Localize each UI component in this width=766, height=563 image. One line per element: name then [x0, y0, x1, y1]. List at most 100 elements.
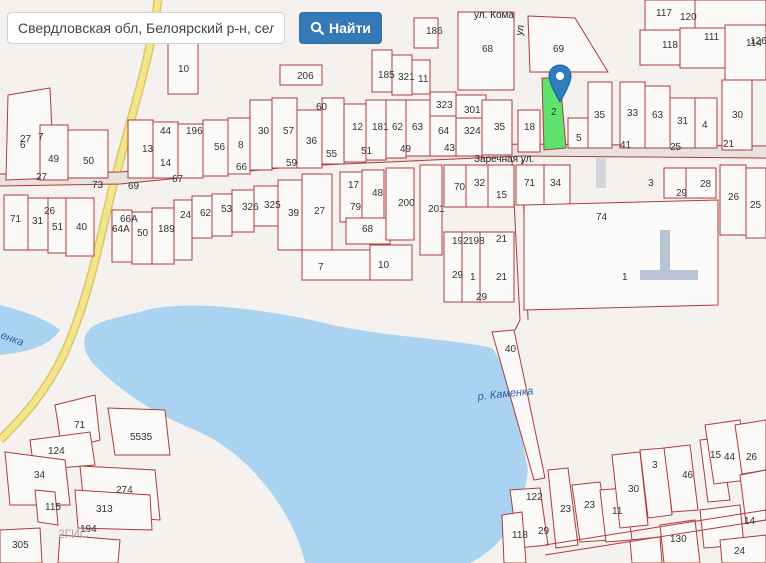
parcel-label: 126 — [750, 36, 766, 47]
parcel-label: 21 — [496, 234, 508, 245]
parcel-label: 122 — [526, 492, 543, 503]
parcel-label: 181 — [372, 122, 389, 133]
parcel-label: 34 — [550, 178, 562, 189]
parcel-label: 70 — [454, 182, 466, 193]
parcel-label: 10 — [178, 64, 190, 75]
parcel-label: 120 — [680, 12, 697, 23]
parcel-label: 1 — [470, 272, 476, 283]
parcel-label: 24 — [734, 546, 746, 557]
parcel-label: 27 — [36, 172, 48, 183]
parcel-label: 5 — [576, 133, 582, 144]
parcel-label: 115 — [45, 502, 61, 513]
parcel-label: 6 — [20, 140, 26, 151]
parcel-label: 11 — [612, 506, 623, 517]
parcel-label: 69 — [128, 181, 140, 192]
parcel-label: 192 — [452, 236, 469, 247]
parcel-label: 39 — [288, 208, 300, 219]
cadastral-map[interactable]: 117 12011412611811118668 6910206 185 321 1132… — [0, 0, 766, 563]
parcel-label: 201 — [428, 204, 445, 215]
parcel-label: 23 — [560, 504, 572, 515]
parcel-label: 31 — [677, 116, 689, 127]
parcel-label: 44 — [160, 126, 172, 137]
parcel-label: 67 — [172, 174, 184, 185]
parcel-label: 324 — [464, 126, 481, 137]
parcel-label: 326 — [242, 202, 259, 213]
parcel-label: 12 — [352, 122, 364, 133]
parcel-label: 17 — [348, 180, 360, 191]
parcel-label: 21 — [723, 139, 735, 150]
parcel-label: 64 — [438, 126, 450, 137]
parcel-label: 53 — [221, 204, 233, 215]
parcel-label: 59 — [286, 158, 298, 169]
parcel-label: 1 — [622, 272, 628, 283]
parcel-label: 7 — [38, 132, 44, 143]
parcel-label: 196 — [186, 126, 203, 137]
parcel-label: 7 — [318, 262, 324, 273]
map-marker-icon[interactable] — [548, 64, 572, 104]
parcel-label: 15 — [710, 450, 722, 461]
parcel-label: 57 — [283, 126, 295, 137]
parcel-label: 118 — [512, 530, 528, 541]
parcel-label: 274 — [116, 485, 133, 496]
parcel-label: 25 — [750, 200, 762, 211]
parcel-label: 73 — [92, 180, 104, 191]
parcel-label: 62 — [392, 122, 404, 133]
parcel-label: 63 — [412, 122, 424, 133]
parcel-label: 130 — [670, 534, 687, 545]
parcel-label: 200 — [398, 198, 415, 209]
parcel-label: 10 — [378, 260, 390, 271]
search-button[interactable]: Найти — [299, 12, 382, 44]
parcel-label: 321 — [398, 72, 415, 83]
parcel-label: 63 — [652, 110, 664, 121]
parcel-label: 36 — [306, 136, 318, 147]
search-button-label: Найти — [329, 20, 371, 36]
parcel-label: 305 — [12, 540, 29, 551]
parcel-label: 124 — [48, 446, 65, 457]
parcel-label: 26 — [728, 192, 740, 203]
parcel-label: 51 — [361, 146, 373, 157]
parcel-label: 29 — [676, 188, 688, 199]
street-label-koma: ул. Кома — [474, 10, 514, 21]
parcel-label: 71 — [74, 420, 86, 431]
parcel-label: 18 — [524, 122, 536, 133]
search-icon — [310, 21, 324, 35]
parcel-label: 40 — [505, 344, 517, 355]
parcel-label: 186 — [426, 26, 443, 37]
parcel-label: 50 — [83, 156, 95, 167]
parcel-label: 29 — [538, 526, 550, 537]
parcel-label: 64А — [112, 224, 130, 235]
parcel-label: 13 — [142, 144, 154, 155]
parcel-label: 29 — [476, 292, 488, 303]
search-input[interactable] — [7, 12, 285, 44]
parcel-label: 31 — [32, 216, 44, 227]
parcel-label: 71 — [10, 214, 22, 225]
parcel-label: 325 — [264, 200, 281, 211]
parcel-label: 44 — [724, 452, 736, 463]
parcel-label: 3 — [652, 460, 658, 471]
parcel-label: 3 — [648, 178, 654, 189]
parcel-label: 111 — [704, 32, 720, 43]
parcel-label: 79 — [350, 202, 362, 213]
parcel-label: 185 — [378, 70, 395, 81]
parcel-label: 2 — [551, 107, 557, 118]
parcel-label: 30 — [628, 484, 640, 495]
parcel-label: 323 — [436, 100, 453, 111]
parcel-label: 27 — [314, 206, 326, 217]
parcel-label: 71 — [524, 178, 536, 189]
parcel-label: 49 — [48, 154, 60, 165]
parcel-label: 14 — [744, 516, 756, 527]
parcel-label: 51 — [52, 222, 64, 233]
parcel-label: 25 — [670, 142, 682, 153]
street-label-zarechnaya: Заречная ул. — [474, 154, 534, 165]
parcel-label: 41 — [620, 140, 632, 151]
parcel-label: 198 — [468, 236, 485, 247]
parcel-label: 50 — [137, 228, 149, 239]
parcel-label: 62 — [200, 208, 212, 219]
parcel-label: 26 — [746, 452, 758, 463]
parcel-label: 301 — [464, 105, 481, 116]
parcel-label: 68 — [482, 44, 494, 55]
parcel-label: 68 — [362, 224, 374, 235]
parcel-label: 66 — [236, 162, 248, 173]
parcel-label: 11 — [418, 74, 429, 85]
parcel-label: 35 — [494, 122, 506, 133]
